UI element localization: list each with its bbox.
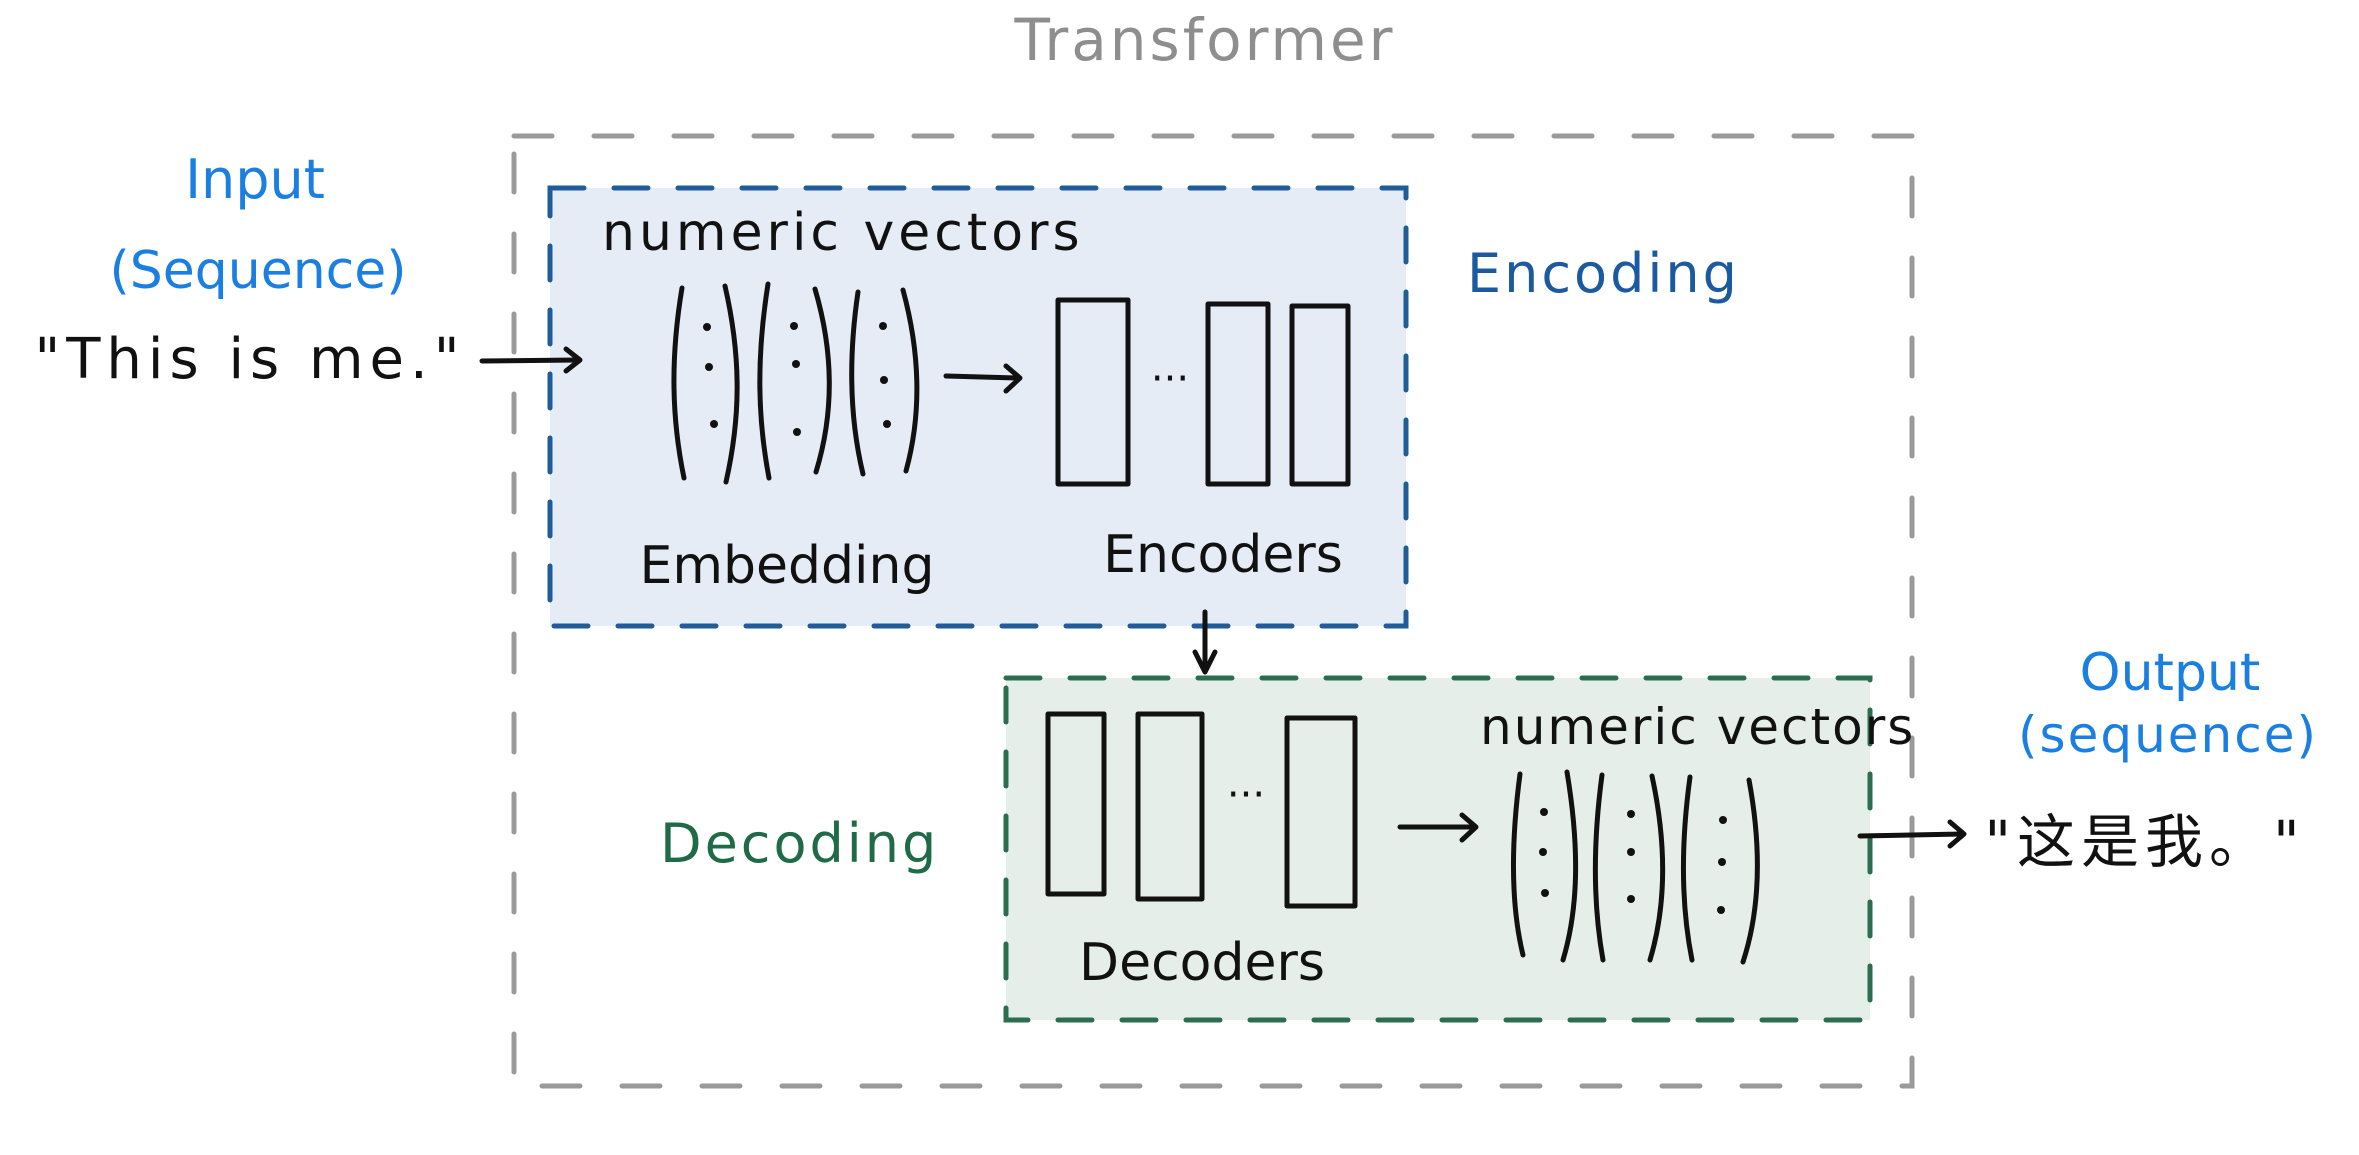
decoder-ellipsis: ··· (1227, 772, 1265, 818)
input-label: Input (185, 148, 325, 211)
decoding-section-label: Decoding (660, 812, 939, 875)
output-sublabel: (sequence) (2018, 706, 2318, 764)
encoding-section-label: Encoding (1467, 242, 1740, 305)
embedding-label: Embedding (640, 536, 935, 596)
output-sequence-text: "这是我。" (1984, 808, 2305, 876)
encoders-label: Encoders (1103, 525, 1343, 585)
decoding-vectors-label: numeric vectors (1480, 698, 1915, 756)
input-sublabel: (Sequence) (109, 241, 406, 301)
encoder-ellipsis: ··· (1151, 356, 1189, 402)
decoders-label: Decoders (1079, 933, 1325, 993)
encoding-vectors-label: numeric vectors (602, 203, 1084, 263)
output-label: Output (2080, 643, 2261, 703)
input-sequence-text: "This is me." (34, 327, 465, 392)
transformer-diagram: Transformer Input (Sequence) "This is me… (34, 6, 2318, 1089)
diagram-title: Transformer (1013, 6, 1395, 74)
